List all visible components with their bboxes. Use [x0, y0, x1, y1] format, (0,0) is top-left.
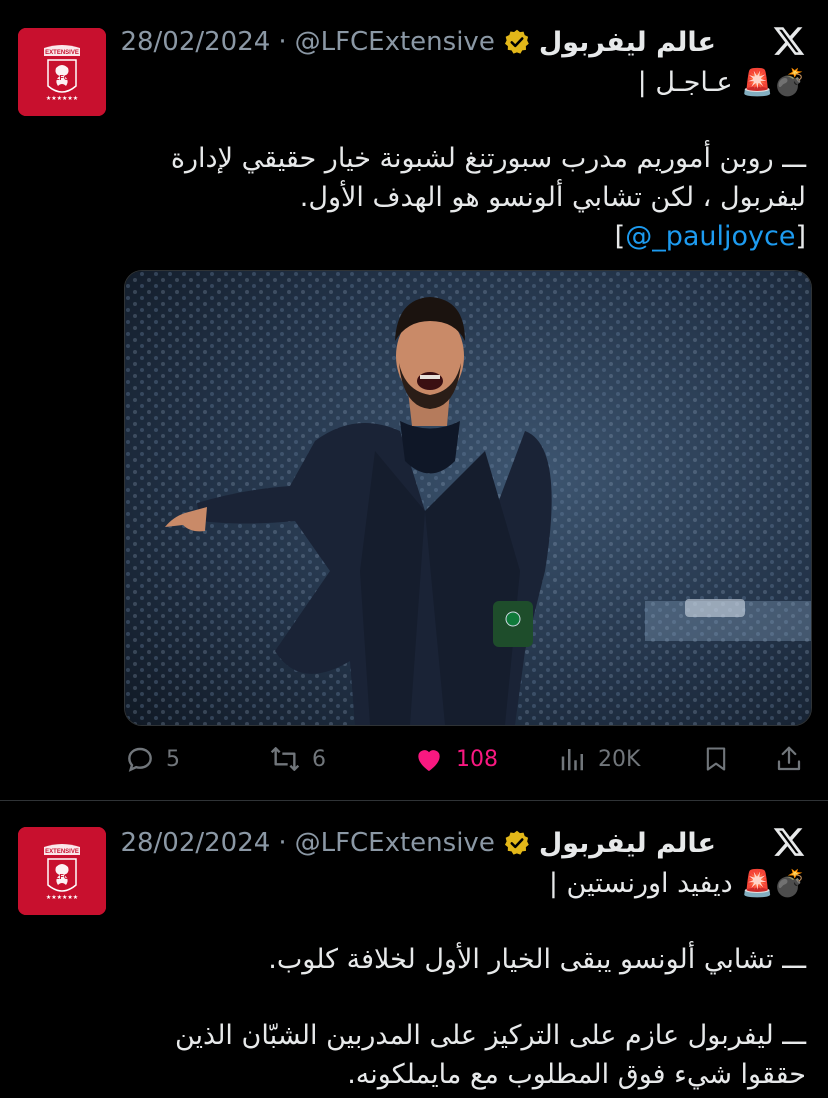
headline-text: ديفيد اورنستين |	[548, 868, 733, 899]
tweet-headline: 💣🚨 عـاجـل |	[638, 64, 806, 102]
avatar-letters: LFC	[55, 874, 69, 881]
bookmark-icon	[706, 747, 726, 771]
headline-emoji: 💣🚨	[741, 869, 806, 899]
avatar-banner-text: EXTENSIVE	[45, 849, 79, 855]
tweet-mention-line: [@_pauljoyce]	[615, 218, 806, 255]
mention-link[interactable]: @_pauljoyce	[625, 221, 795, 252]
like-count: 108	[456, 746, 498, 772]
author-handle[interactable]: @LFCExtensive	[295, 828, 495, 858]
headline-text: عـاجـل |	[637, 67, 733, 98]
avatar[interactable]: EXTENSIVE LFC ★★★★★★	[18, 28, 106, 116]
share-icon	[777, 746, 801, 771]
bookmark-button[interactable]	[702, 734, 730, 784]
tweet-date[interactable]: 28/02/2024	[120, 828, 270, 858]
share-button[interactable]	[774, 734, 804, 784]
coach-photo	[125, 271, 811, 725]
headline-emoji: 💣🚨	[741, 68, 806, 98]
lfc-crest-icon: EXTENSIVE LFC ★★★★★★	[18, 28, 106, 116]
repost-count: 6	[312, 746, 326, 772]
header-separator: ·	[278, 828, 287, 858]
tweet-header: عالم ليفربول @LFCExtensive · 28/02/2024	[120, 823, 716, 863]
reply-icon	[128, 747, 152, 772]
tweet-actions: 5 6 108 20K	[0, 734, 828, 784]
avatar-banner-text: EXTENSIVE	[45, 50, 79, 56]
tweet-header: عالم ليفربول @LFCExtensive · 28/02/2024	[120, 22, 716, 62]
repost-icon	[270, 747, 300, 771]
views-count: 20K	[598, 746, 641, 772]
views-button[interactable]: 20K	[558, 734, 640, 784]
repost-button[interactable]: 6	[268, 734, 326, 784]
avatar-letters: LFC	[55, 75, 69, 82]
avatar[interactable]: EXTENSIVE LFC ★★★★★★	[18, 827, 106, 915]
like-icon	[418, 750, 440, 771]
reply-count: 5	[166, 746, 180, 772]
x-logo-icon	[773, 27, 805, 55]
tweet-body-line-2: ليفربول ، لكن تشابي ألونسو هو الهدف الأو…	[299, 182, 806, 213]
author-name[interactable]: عالم ليفربول	[539, 27, 716, 58]
tweet-date[interactable]: 28/02/2024	[120, 27, 270, 57]
author-handle[interactable]: @LFCExtensive	[295, 27, 495, 57]
avatar-stars-icon: ★★★★★★	[46, 894, 78, 901]
views-icon	[561, 749, 583, 771]
author-name[interactable]: عالم ليفربول	[539, 828, 716, 859]
mention-close-bracket: ]	[795, 221, 806, 252]
tweet-body-line-2: ـــ ليفربول عازم على التركيز على المدربي…	[174, 1020, 806, 1051]
lfc-crest-icon: EXTENSIVE LFC ★★★★★★	[18, 827, 106, 915]
tweet-body-line-1: ـــ روبن أموريم مدرب سبورتنغ لشبونة خيار…	[170, 143, 806, 174]
tweet-2[interactable]: EXTENSIVE LFC ★★★★★★ عالم ليفربول @LFCEx…	[0, 801, 828, 1098]
like-button[interactable]: 108	[412, 734, 498, 784]
tweet-headline: 💣🚨 ديفيد اورنستين |	[549, 865, 806, 903]
tweet-body-line-3: حققوا شيء فوق المطلوب مع مايملكونه.	[347, 1059, 806, 1090]
header-separator: ·	[278, 27, 287, 57]
tweet-photo[interactable]	[124, 270, 812, 726]
tweet-body-line-1: ـــ تشابي ألونسو يبقى الخيار الأول لخلاف…	[268, 944, 806, 975]
tweet-1[interactable]: EXTENSIVE LFC ★★★★★★ عالم ليفربول @LFCEx…	[0, 0, 828, 800]
verified-badge-icon	[504, 29, 529, 54]
avatar-stars-icon: ★★★★★★	[46, 95, 78, 102]
reply-button[interactable]: 5	[124, 734, 180, 784]
verified-badge-icon	[504, 830, 529, 855]
x-logo-icon	[773, 828, 805, 856]
mention-open-bracket: [	[614, 221, 626, 252]
